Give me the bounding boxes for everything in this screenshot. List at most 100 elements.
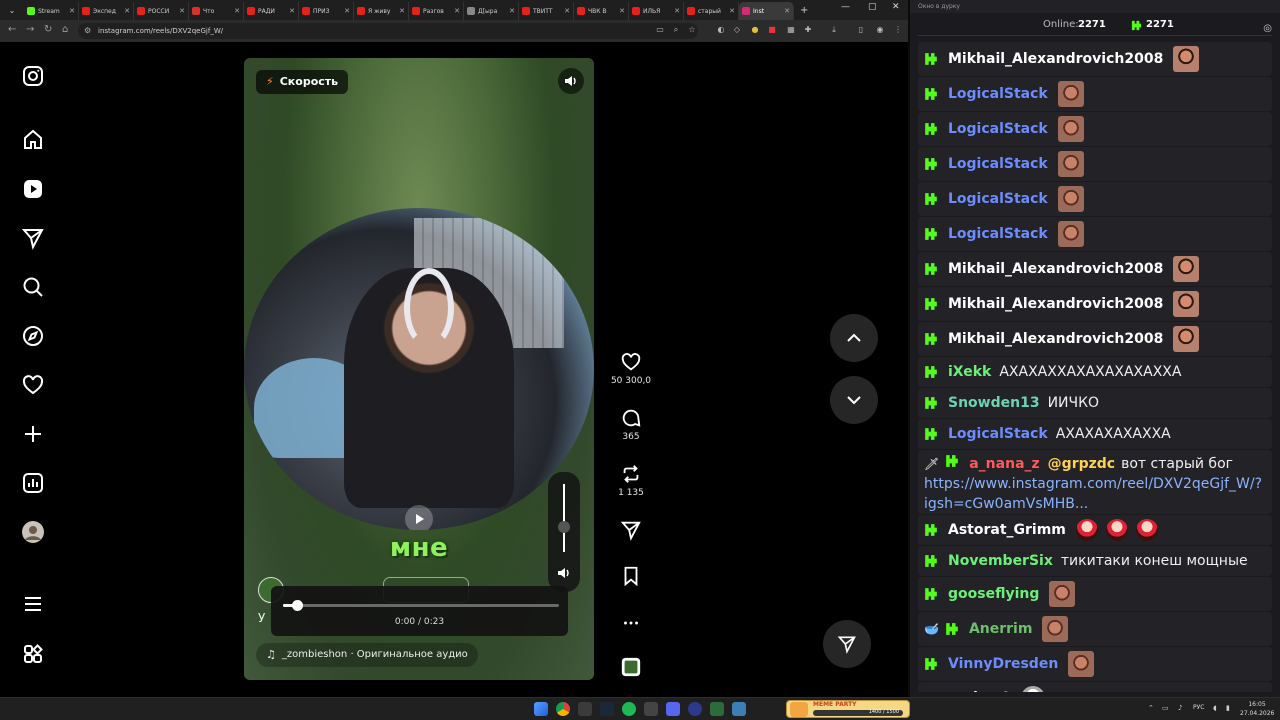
home-nav-icon[interactable] [21, 128, 45, 152]
new-tab-button[interactable]: + [800, 5, 808, 16]
app-icon[interactable] [644, 702, 658, 716]
menu-icon[interactable]: ⋮ [893, 25, 903, 35]
tab-close-icon[interactable]: ✕ [507, 7, 515, 15]
microphone-icon[interactable]: ♪ [1178, 704, 1182, 712]
chat-username[interactable]: Mikhail_Alexandrovich2008 [948, 259, 1163, 279]
progress-knob[interactable] [291, 600, 303, 611]
chat-username[interactable]: LogicalStack [948, 154, 1048, 174]
more-menu-icon[interactable] [21, 592, 45, 616]
spotify-icon[interactable] [622, 702, 636, 716]
browser-tab[interactable]: Я живу ✕ [354, 2, 409, 20]
reels-nav-icon[interactable] [21, 177, 45, 201]
chat-username[interactable]: Snowden13 [948, 393, 1040, 413]
messages-nav-icon[interactable] [21, 226, 45, 250]
extension-icon[interactable]: ◐ [716, 25, 726, 35]
minimize-icon[interactable]: — [841, 2, 850, 12]
browser-tab[interactable]: Stream ✕ [24, 2, 79, 20]
chat-message[interactable]: VinnyDresden [918, 647, 1272, 681]
battery-icon[interactable]: ▮ [1226, 704, 1230, 712]
app-icon[interactable] [710, 702, 724, 716]
network-icon[interactable]: ▭ [1162, 704, 1169, 712]
reload-icon[interactable]: ↻ [44, 24, 52, 35]
chat-message[interactable]: Mikhail_Alexandrovich2008 [918, 42, 1272, 76]
file-explorer-icon[interactable] [578, 702, 592, 716]
save-button[interactable] [606, 565, 656, 587]
back-icon[interactable]: ← [8, 24, 16, 35]
download-icon[interactable]: ⤓ [829, 25, 839, 35]
reel-description[interactable]: У [258, 611, 265, 625]
clock[interactable]: 16:05 27.04.2026 [1240, 700, 1274, 718]
tab-close-icon[interactable]: ✕ [727, 7, 735, 15]
browser-tab[interactable]: Разгов ✕ [409, 2, 464, 20]
repost-button[interactable]: 1 135 [606, 463, 656, 498]
chat-username[interactable]: Astorat_Grimm [948, 520, 1066, 540]
audio-thumbnail[interactable] [606, 656, 656, 678]
start-icon[interactable] [534, 702, 548, 716]
messages-float-button[interactable] [823, 620, 871, 668]
chat-message[interactable]: LogicalStack [918, 77, 1272, 111]
dashboard-icon[interactable] [21, 471, 45, 495]
site-info-icon[interactable]: ⚙ [84, 23, 91, 39]
volume-tray-icon[interactable]: ◖ [1213, 704, 1217, 712]
chat-username[interactable]: NovemberSix [948, 551, 1053, 571]
browser-tab[interactable]: ИЛЬЯ ✕ [629, 2, 684, 20]
chrome-icon[interactable] [556, 702, 570, 716]
browser-tab[interactable]: РАДИ ✕ [244, 2, 299, 20]
share-button[interactable] [606, 519, 656, 541]
chat-message[interactable]: 🥣 Anerrim [918, 612, 1272, 646]
chat-username[interactable]: LogicalStack [948, 424, 1048, 444]
chat-username[interactable]: a_nana_z [969, 454, 1039, 474]
chat-username[interactable]: Mikhail_Alexandrovich2008 [948, 49, 1163, 69]
chat-username[interactable]: Mikhail_Alexandrovich2008 [948, 329, 1163, 349]
previous-reel-button[interactable] [830, 314, 878, 362]
volume-track[interactable] [563, 484, 565, 552]
tab-close-icon[interactable]: ✕ [617, 7, 625, 15]
discord-icon[interactable] [666, 702, 680, 716]
instagram-logo-icon[interactable] [21, 64, 45, 88]
chat-username[interactable]: LogicalStack [948, 224, 1048, 244]
browser-tab[interactable]: Что ✕ [189, 2, 244, 20]
chat-message[interactable]: LogicalStack [918, 217, 1272, 251]
tab-close-icon[interactable]: ✕ [287, 7, 295, 15]
chat-username[interactable]: VinnyDresden [948, 654, 1058, 674]
more-options-button[interactable] [606, 612, 656, 634]
url-input[interactable]: ⚙ instagram.com/reels/DXV2qeGjf_W/ [78, 23, 698, 39]
chat-message[interactable]: Snowden13 ИИЧКО [918, 388, 1272, 418]
input-language[interactable]: РУС [1193, 704, 1204, 711]
tab-close-icon[interactable]: ✕ [397, 7, 405, 15]
meme-party-widget[interactable]: MEME PARTY 1400 / 1500 [786, 700, 910, 718]
chat-message[interactable]: iXekk АХАХАХХАХАХАХАХАХХА [918, 357, 1272, 387]
browser-tab[interactable]: Inst ✕ [739, 2, 794, 20]
sidebar-icon[interactable]: ▯ [856, 25, 866, 35]
extensions-puzzle-icon[interactable]: ✚ [803, 25, 813, 35]
cast-icon[interactable]: ▭ [655, 25, 665, 35]
profile-avatar[interactable] [21, 520, 45, 544]
home-icon[interactable]: ⌂ [62, 24, 68, 35]
browser-tab[interactable]: старый ✕ [684, 2, 739, 20]
like-button[interactable]: 50 300,0 [606, 351, 656, 386]
chat-message[interactable]: Mikhail_Alexandrovich2008 [918, 322, 1272, 356]
browser-tab[interactable]: РОССИ ✕ [134, 2, 189, 20]
extension-icon[interactable]: ■ [767, 25, 777, 35]
chat-message[interactable]: Mikhail_Alexandrovich2008 [918, 287, 1272, 321]
extension-icon[interactable]: ◇ [732, 25, 742, 35]
speed-button[interactable]: ⚡ Скорость [256, 70, 349, 94]
chat-message[interactable]: LogicalStack [918, 147, 1272, 181]
telegram-icon[interactable] [732, 702, 746, 716]
tab-close-icon[interactable]: ✕ [672, 7, 680, 15]
browser-tab[interactable]: Экспед ✕ [79, 2, 134, 20]
chat-settings-icon[interactable]: ◎ [1263, 18, 1272, 40]
sound-toggle-button[interactable] [558, 68, 584, 94]
comment-button[interactable]: 365 [606, 407, 656, 442]
also-from-meta-icon[interactable] [21, 642, 45, 666]
chat-message[interactable]: Mikhail_Alexandrovich2008 [918, 252, 1272, 286]
chat-username[interactable]: LogicalStack [948, 189, 1048, 209]
next-reel-button[interactable] [830, 376, 878, 424]
search-nav-icon[interactable] [21, 275, 45, 299]
browser-tab[interactable]: ТВИТТ ✕ [519, 2, 574, 20]
browser-tab[interactable]: ПРИЗ ✕ [299, 2, 354, 20]
close-window-icon[interactable]: ✕ [892, 2, 900, 12]
chat-message[interactable]: LogicalStack [918, 112, 1272, 146]
browser-tab[interactable]: ЧВК В ✕ [574, 2, 629, 20]
chat-message[interactable]: LogicalStack [918, 182, 1272, 216]
